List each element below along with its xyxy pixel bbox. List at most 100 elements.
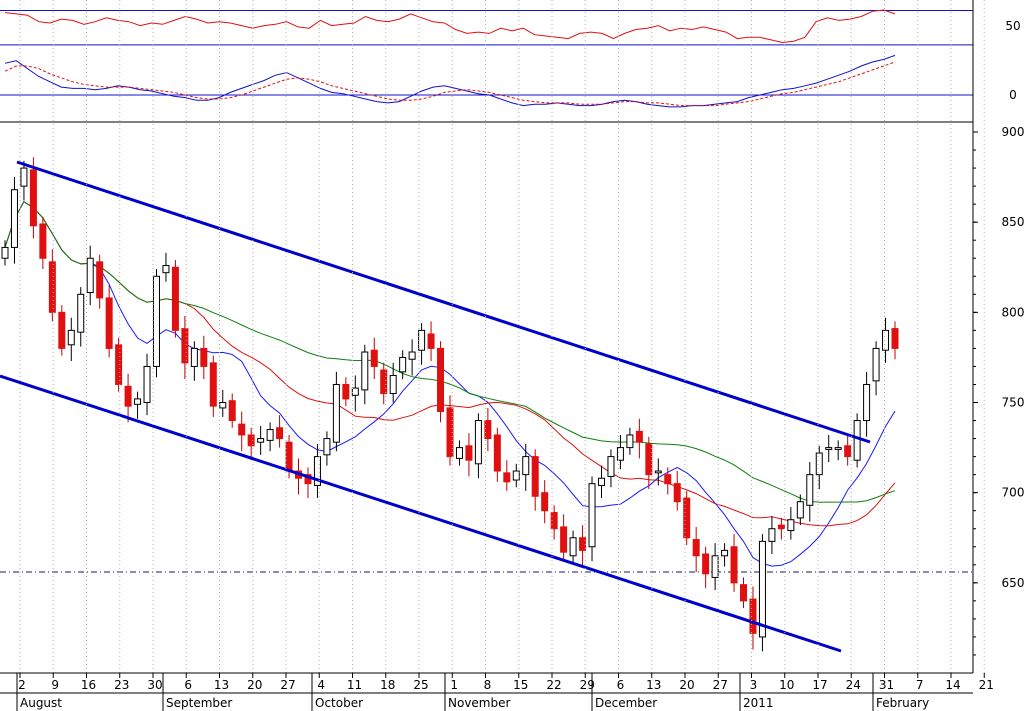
- candle-body: [219, 402, 227, 409]
- x-tick-label: 14: [945, 678, 960, 692]
- candle-body: [768, 528, 776, 542]
- y-tick-label: 700: [1002, 486, 1025, 500]
- candle-body: [228, 400, 236, 422]
- candle-body: [825, 447, 833, 450]
- candle-body: [455, 447, 463, 459]
- candle-body: [1, 246, 9, 259]
- candle-body: [67, 329, 75, 346]
- candle-body: [257, 438, 265, 443]
- candle-body: [664, 474, 672, 485]
- candle-body: [569, 537, 577, 557]
- candle-body: [635, 430, 643, 443]
- candle-body: [77, 293, 85, 333]
- oscillator-tick-label: 0: [1009, 88, 1017, 102]
- month-label: October: [315, 696, 363, 710]
- candle-body: [692, 539, 700, 557]
- candle-body: [200, 347, 208, 367]
- candle-body: [531, 456, 539, 497]
- x-tick-label: 21: [979, 678, 994, 692]
- candle-body: [465, 445, 473, 461]
- candle-body: [541, 492, 549, 512]
- oscillator-series-line: [4, 9, 896, 44]
- oscillator-tick-label: 50: [1005, 19, 1020, 33]
- candle-body: [152, 275, 160, 367]
- x-tick-label: 25: [413, 678, 428, 692]
- candle-body: [351, 387, 359, 396]
- candle-body: [190, 347, 198, 367]
- candle-body: [626, 434, 634, 449]
- candle-body: [844, 445, 852, 458]
- oscillator-series-line: [4, 61, 896, 107]
- month-label: August: [20, 696, 62, 710]
- candle-body: [86, 257, 94, 294]
- candle-body: [891, 328, 899, 349]
- candle-body: [181, 328, 189, 364]
- candle-body: [796, 501, 804, 519]
- candle-body: [777, 524, 785, 530]
- candle-body: [493, 434, 501, 472]
- y-tick-label: 800: [1002, 305, 1025, 319]
- candle-body: [266, 429, 274, 441]
- candle-body: [882, 329, 890, 351]
- candle-body: [787, 519, 795, 532]
- candle-body: [721, 549, 729, 557]
- x-tick-label: 31: [879, 678, 894, 692]
- x-tick-label: 27: [280, 678, 295, 692]
- x-tick-label: 6: [184, 678, 192, 692]
- x-tick-label: 20: [679, 678, 694, 692]
- x-tick-label: 10: [779, 678, 794, 692]
- moving-average-line: [4, 200, 896, 527]
- stock-chart: 5009008508007507006502 9 16 23 30 6 13 20 27 4 11 1…: [0, 0, 1025, 711]
- candle-body: [758, 540, 766, 638]
- candle-body: [522, 456, 530, 476]
- x-tick-label: 8: [484, 678, 492, 692]
- candle-body: [20, 167, 28, 187]
- candle-body: [654, 470, 662, 474]
- candle-body: [645, 443, 653, 476]
- candle-body: [96, 261, 104, 299]
- price-panel: [0, 157, 973, 653]
- candle-body: [399, 356, 407, 373]
- x-tick-label: 6: [617, 678, 625, 692]
- x-tick-label: 22: [546, 678, 561, 692]
- month-label: November: [448, 696, 510, 710]
- candle-body: [58, 311, 66, 349]
- candle-body: [872, 347, 880, 382]
- y-tick-label: 850: [1002, 215, 1025, 229]
- candle-body: [673, 483, 681, 503]
- y-tick-label: 650: [1002, 576, 1025, 590]
- candle-body: [171, 266, 179, 331]
- oscillator-series-line: [4, 54, 896, 108]
- candle-body: [437, 347, 445, 413]
- candle-body: [247, 434, 255, 447]
- candle-body: [834, 447, 842, 450]
- candle-body: [749, 598, 757, 634]
- candle-body: [740, 584, 748, 602]
- x-tick-label: 13: [646, 678, 661, 692]
- y-tick-label: 750: [1002, 396, 1025, 410]
- candle-body: [48, 261, 56, 313]
- x-tick-label: 16: [81, 678, 96, 692]
- candle-body: [503, 472, 511, 483]
- candle-body: [474, 420, 482, 465]
- x-tick-label: 11: [347, 678, 362, 692]
- candle-body: [276, 427, 284, 440]
- candle-body: [863, 383, 871, 422]
- candle-body: [370, 349, 378, 367]
- month-label: February: [876, 696, 929, 710]
- candle-body: [10, 189, 18, 248]
- month-label: September: [166, 696, 232, 710]
- candle-body: [815, 452, 823, 476]
- candle-body: [588, 483, 596, 548]
- x-tick-label: 23: [114, 678, 129, 692]
- candle-body: [361, 351, 369, 391]
- candle-body: [607, 456, 615, 477]
- candle-body: [730, 546, 738, 584]
- channel-lower-line: [0, 374, 842, 653]
- candle-body: [579, 537, 587, 551]
- oscillator-panel: [0, 9, 973, 108]
- candle-body: [162, 264, 170, 274]
- candle-body: [711, 555, 719, 578]
- candle-body: [389, 374, 397, 394]
- x-tick-label: 27: [713, 678, 728, 692]
